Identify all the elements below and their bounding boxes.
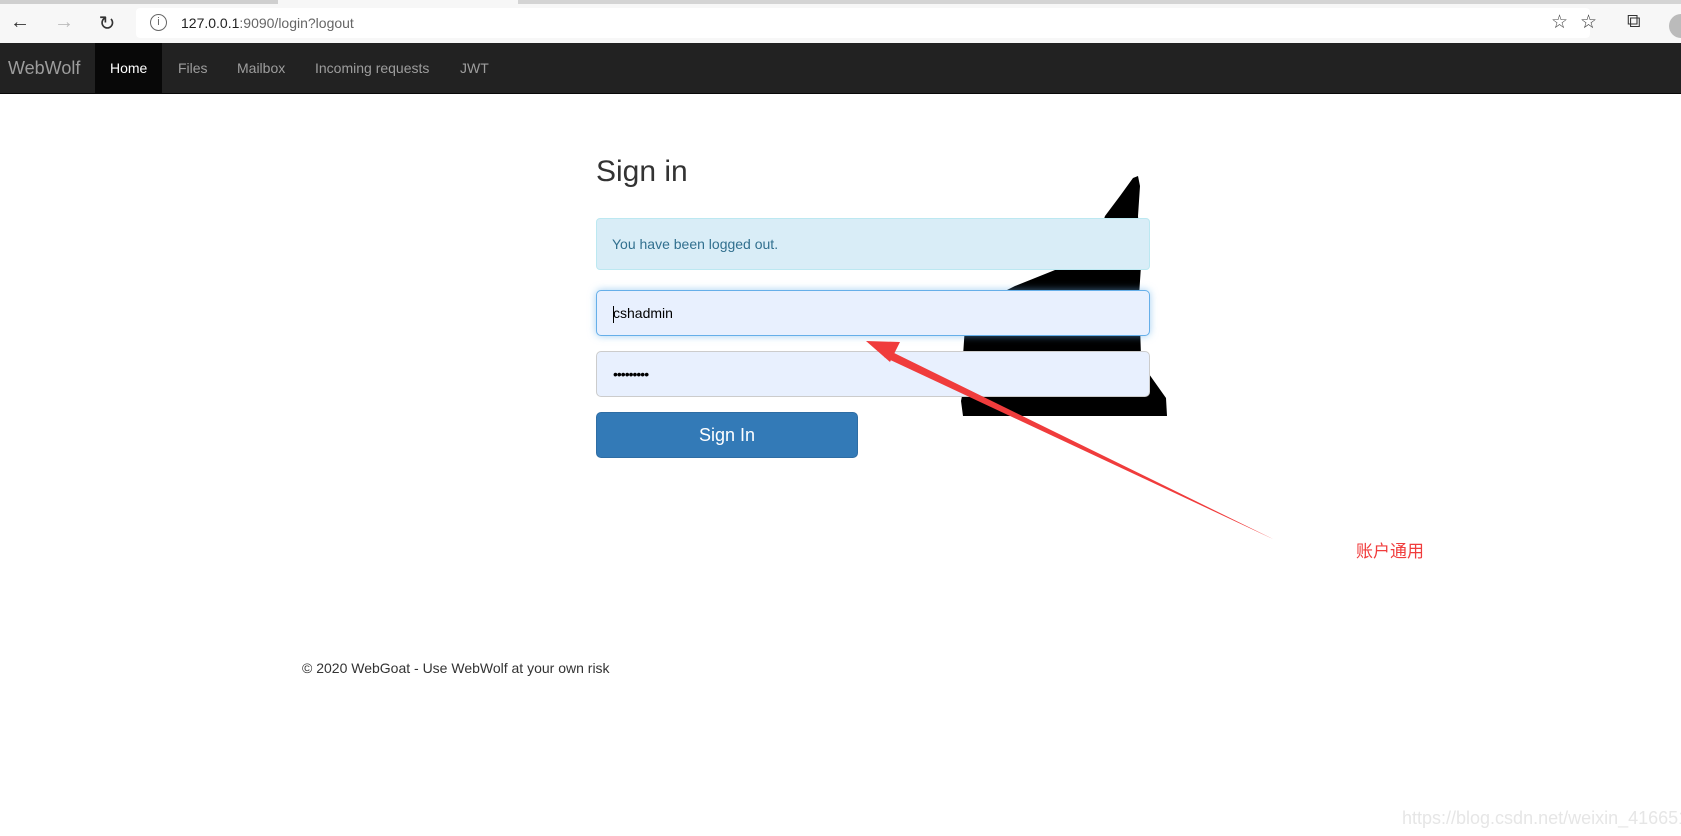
sign-in-button[interactable]: Sign In [596,412,858,458]
nav-files[interactable]: Files [163,43,223,93]
browser-toolbar: ← → ↻ i 127.0.0.1:9090/login?logout ☆ ☆ … [0,0,1681,43]
username-value: cshadmin [613,305,673,321]
address-bar[interactable]: i 127.0.0.1:9090/login?logout ☆ [136,8,1590,38]
page-title: Sign in [596,155,688,188]
watermark: https://blog.csdn.net/weixin_41665162 [1402,808,1681,828]
username-input[interactable]: cshadmin [596,290,1150,336]
collections-icon[interactable]: ⧉ [1627,11,1641,33]
active-tab[interactable] [278,0,518,4]
url-text[interactable]: 127.0.0.1:9090/login?logout [181,15,354,31]
password-input[interactable]: ••••••••• [596,351,1150,397]
info-icon[interactable]: i [150,14,167,31]
forward-icon[interactable]: → [50,11,78,34]
url-path: :9090/login?logout [239,15,354,31]
url-host: 127.0.0.1 [181,15,240,31]
back-icon[interactable]: ← [6,11,34,34]
footer: © 2020 WebGoat - Use WebWolf at your own… [302,660,610,676]
annotation-text: 账户通用 [1356,542,1424,561]
tab-strip [518,0,1681,4]
add-favorite-icon[interactable]: ☆ [1551,11,1568,34]
profile-avatar[interactable] [1669,14,1681,38]
nav-home[interactable]: Home [95,43,163,93]
nav-mailbox[interactable]: Mailbox [222,43,300,93]
nav-jwt[interactable]: JWT [445,43,504,93]
logout-alert: You have been logged out. [596,218,1150,270]
favorites-icon[interactable]: ☆ [1580,11,1597,34]
brand[interactable]: WebWolf [8,58,80,79]
password-value: ••••••••• [613,366,649,382]
navbar: WebWolf Home Files Mailbox Incoming requ… [0,43,1681,94]
reload-icon[interactable]: ↻ [93,11,121,36]
nav-incoming-requests[interactable]: Incoming requests [300,43,444,93]
